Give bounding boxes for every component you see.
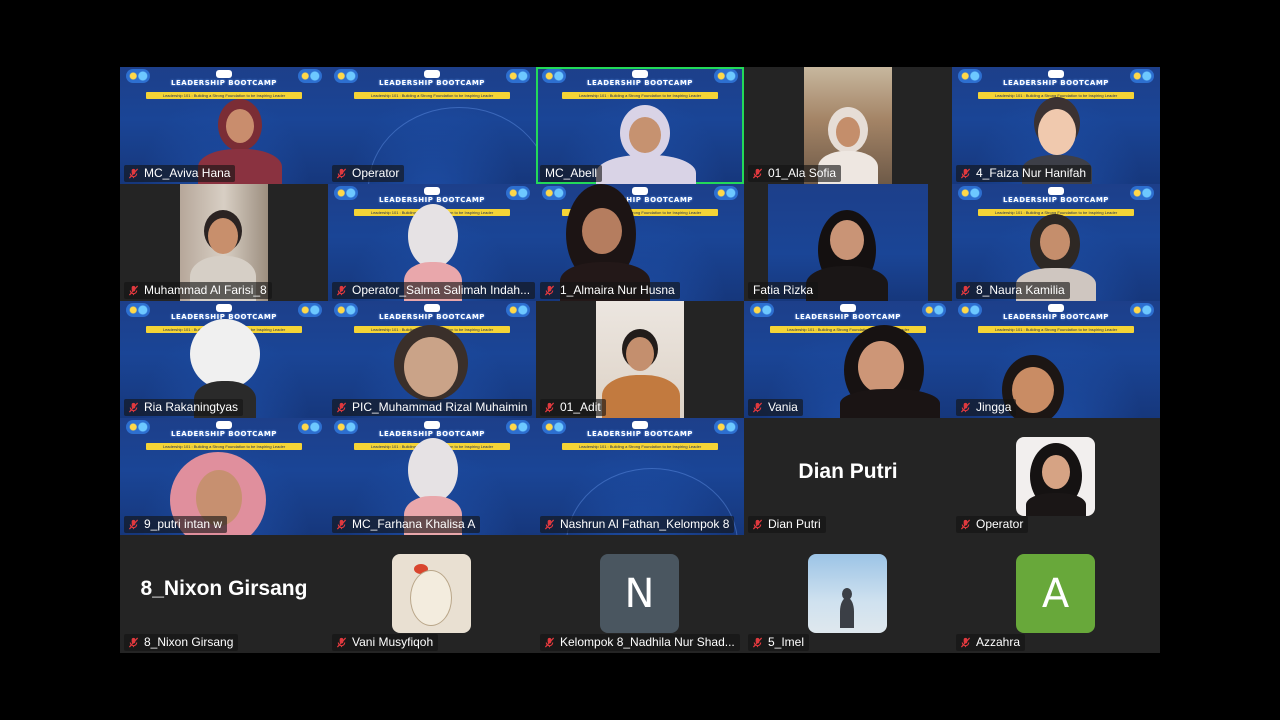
avatar xyxy=(1016,437,1095,516)
participant-tile-camera-off[interactable]: 5_Imel xyxy=(744,535,952,653)
muted-mic-icon xyxy=(960,285,971,296)
participant-tile[interactable]: 01_Ala Sofia xyxy=(744,67,952,184)
participant-name-label: Operator xyxy=(332,165,405,182)
participant-name-label: MC_Aviva Hana xyxy=(124,165,236,182)
muted-mic-icon xyxy=(960,637,971,648)
virtual-background-banner: LEADERSHIP BOOTCAMP Leadership 101 : Bui… xyxy=(952,67,1160,99)
participant-tile[interactable]: LEADERSHIP BOOTCAMP Leadership 101 : Bui… xyxy=(120,418,328,535)
muted-mic-icon xyxy=(752,637,763,648)
avatar: N xyxy=(600,554,679,633)
participant-display-name: 8_Nixon Girsang xyxy=(140,577,308,600)
muted-mic-icon xyxy=(128,637,139,648)
participant-name-label: Kelompok 8_Nadhila Nur Shad... xyxy=(540,634,740,651)
participant-tile-camera-off[interactable]: 8_Nixon Girsang 8_Nixon Girsang xyxy=(120,535,328,653)
muted-mic-icon xyxy=(128,402,139,413)
muted-mic-icon xyxy=(960,402,971,413)
participant-name-label: Operator_Salma Salimah Indah... xyxy=(332,282,536,299)
participant-display-name: Dian Putri xyxy=(798,460,898,483)
participant-name-label: 9_putri intan w xyxy=(124,516,228,533)
participant-name-label: Nashrun Al Fathan_Kelompok 8 xyxy=(540,516,735,533)
participant-name-label: 5_Imel xyxy=(748,634,810,651)
participant-tile[interactable]: Muhammad Al Farisi_8 xyxy=(120,184,328,301)
participant-tile[interactable]: LEADERSHIP BOOTCAMP Leadership 101 : Bui… xyxy=(744,301,952,418)
muted-mic-icon xyxy=(960,168,971,179)
participant-name-label: Fatia Rizka xyxy=(748,282,819,299)
participant-name-label: Azzahra xyxy=(956,634,1026,651)
virtual-background-banner: LEADERSHIP BOOTCAMP Leadership 101 : Bui… xyxy=(120,67,328,99)
participant-name-label: 01_Adit xyxy=(540,399,606,416)
virtual-background-banner: LEADERSHIP BOOTCAMP Leadership 101 : Bui… xyxy=(744,301,952,333)
participant-tile[interactable]: LEADERSHIP BOOTCAMP Leadership 101 : Bui… xyxy=(328,184,536,301)
participant-tile[interactable]: LEADERSHIP BOOTCAMP Leadership 101 : Bui… xyxy=(328,67,536,184)
avatar xyxy=(808,554,887,633)
muted-mic-icon xyxy=(336,519,347,530)
participant-name-label: Vani Musyfiqoh xyxy=(332,634,439,651)
muted-mic-icon xyxy=(752,168,763,179)
muted-mic-icon xyxy=(128,519,139,530)
participant-name-label: Operator xyxy=(956,516,1029,533)
participant-name-label: MC_Farhana Khalisa A xyxy=(332,516,481,533)
muted-mic-icon xyxy=(128,285,139,296)
participant-tile[interactable]: LEADERSHIP BOOTCAMP Leadership 101 : Bui… xyxy=(536,418,744,535)
avatar xyxy=(392,554,471,633)
participant-name-label: Muhammad Al Farisi_8 xyxy=(124,282,272,299)
participant-name-label: Jingga xyxy=(956,399,1017,416)
muted-mic-icon xyxy=(336,402,347,413)
participant-tile-camera-off[interactable]: N Kelompok 8_Nadhila Nur Shad... xyxy=(536,535,744,653)
virtual-background-banner: LEADERSHIP BOOTCAMP Leadership 101 : Bui… xyxy=(536,67,744,99)
virtual-background-banner: LEADERSHIP BOOTCAMP Leadership 101 : Bui… xyxy=(536,184,744,216)
participant-name-label: Ria Rakaningtyas xyxy=(124,399,244,416)
participant-name-label: 8_Naura Kamilia xyxy=(956,282,1070,299)
participant-tile[interactable]: LEADERSHIP BOOTCAMP Leadership 101 : Bui… xyxy=(120,301,328,418)
participant-tile[interactable]: LEADERSHIP BOOTCAMP Leadership 101 : Bui… xyxy=(536,184,744,301)
muted-mic-icon xyxy=(128,168,139,179)
participant-tile[interactable]: LEADERSHIP BOOTCAMP Leadership 101 : Bui… xyxy=(952,67,1160,184)
muted-mic-icon xyxy=(336,637,347,648)
participant-tile-active-speaker[interactable]: LEADERSHIP BOOTCAMP Leadership 101 : Bui… xyxy=(536,67,744,184)
participant-tile[interactable]: LEADERSHIP BOOTCAMP Leadership 101 : Bui… xyxy=(328,301,536,418)
participant-name-label: 01_Ala Sofia xyxy=(748,165,842,182)
video-gallery: LEADERSHIP BOOTCAMP Leadership 101 : Bui… xyxy=(120,67,1160,653)
muted-mic-icon xyxy=(336,285,347,296)
virtual-background-banner: LEADERSHIP BOOTCAMP Leadership 101 : Bui… xyxy=(328,67,536,99)
participant-tile-camera-off[interactable]: Dian Putri Dian Putri xyxy=(744,418,952,535)
participant-tile[interactable]: LEADERSHIP BOOTCAMP Leadership 101 : Bui… xyxy=(952,184,1160,301)
participant-name-label: MC_Abell xyxy=(540,165,603,182)
participant-tile[interactable]: LEADERSHIP BOOTCAMP Leadership 101 : Bui… xyxy=(952,301,1160,418)
muted-mic-icon xyxy=(544,519,555,530)
virtual-background-banner: LEADERSHIP BOOTCAMP Leadership 101 : Bui… xyxy=(120,418,328,450)
muted-mic-icon xyxy=(960,519,971,530)
participant-tile-camera-off[interactable]: Vani Musyfiqoh xyxy=(328,535,536,653)
virtual-background-banner: LEADERSHIP BOOTCAMP Leadership 101 : Bui… xyxy=(952,184,1160,216)
muted-mic-icon xyxy=(336,168,347,179)
participant-tile[interactable]: 01_Adit xyxy=(536,301,744,418)
participant-name-label: PIC_Muhammad Rizal Muhaimin xyxy=(332,399,533,416)
virtual-background-banner: LEADERSHIP BOOTCAMP Leadership 101 : Bui… xyxy=(536,418,744,450)
participant-name-label: Dian Putri xyxy=(748,516,826,533)
avatar: A xyxy=(1016,554,1095,633)
participant-name-label: 1_Almaira Nur Husna xyxy=(540,282,680,299)
muted-mic-icon xyxy=(752,519,763,530)
virtual-background-banner: LEADERSHIP BOOTCAMP Leadership 101 : Bui… xyxy=(952,301,1160,333)
muted-mic-icon xyxy=(752,402,763,413)
participant-name-label: Vania xyxy=(748,399,803,416)
participant-name-label: 4_Faiza Nur Hanifah xyxy=(956,165,1092,182)
participant-tile[interactable]: Fatia Rizka xyxy=(744,184,952,301)
muted-mic-icon xyxy=(544,285,555,296)
muted-mic-icon xyxy=(544,402,555,413)
participant-tile[interactable]: LEADERSHIP BOOTCAMP Leadership 101 : Bui… xyxy=(120,67,328,184)
participant-name-label: 8_Nixon Girsang xyxy=(124,634,239,651)
participant-tile-camera-off[interactable]: A Azzahra xyxy=(952,535,1160,653)
participant-tile-camera-off[interactable]: Operator xyxy=(952,418,1160,535)
participant-tile[interactable]: LEADERSHIP BOOTCAMP Leadership 101 : Bui… xyxy=(328,418,536,535)
muted-mic-icon xyxy=(544,637,555,648)
